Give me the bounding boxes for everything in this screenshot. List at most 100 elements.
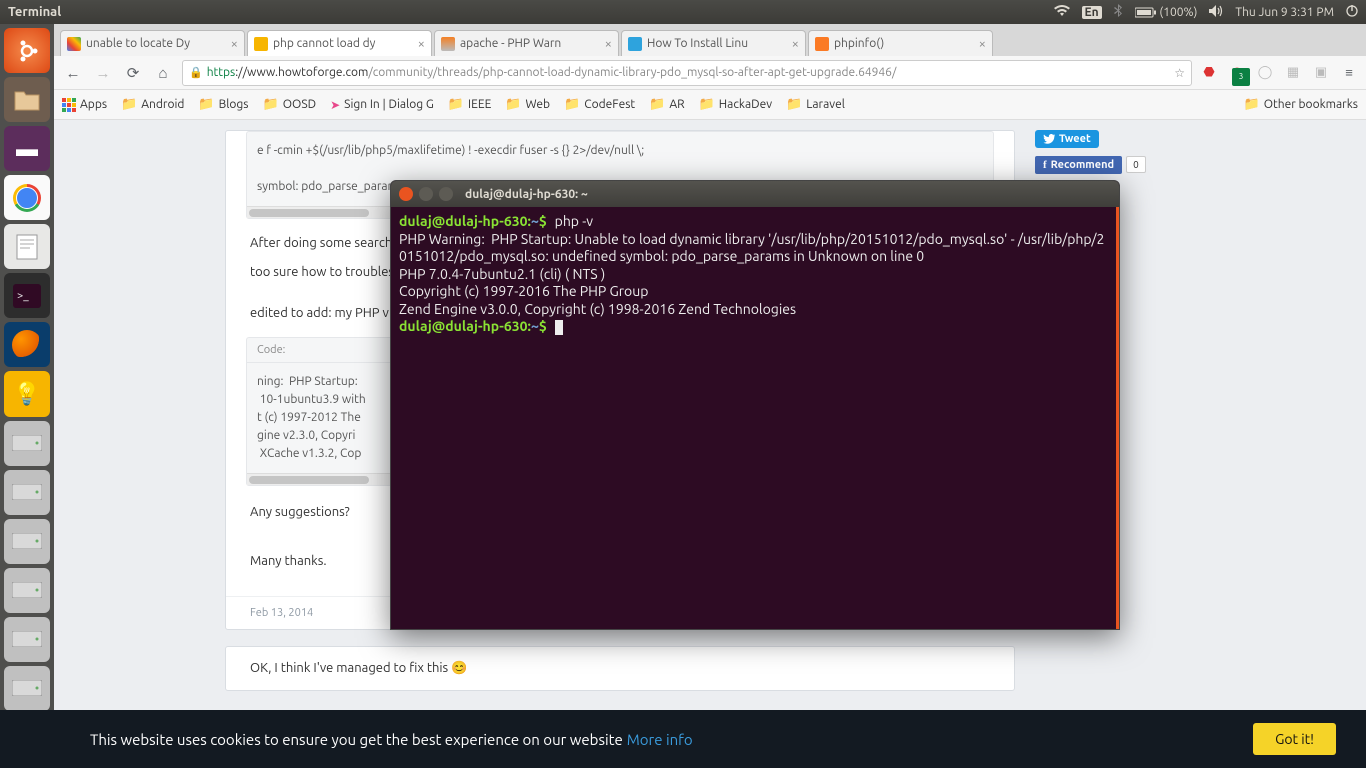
folder-icon: 📁 bbox=[121, 97, 137, 112]
tab-4[interactable]: phpinfo() × bbox=[808, 30, 993, 56]
ext-icon-5[interactable]: ▣ bbox=[1312, 64, 1330, 82]
bookmark-android[interactable]: 📁Android bbox=[121, 97, 184, 112]
folder-icon: 📁 bbox=[1244, 97, 1260, 112]
folder-icon: 📁 bbox=[198, 97, 214, 112]
bookmark-web[interactable]: 📁Web bbox=[505, 97, 550, 112]
tab-0[interactable]: unable to locate Dy × bbox=[60, 30, 245, 56]
terminal-scrollbar[interactable] bbox=[1116, 207, 1119, 629]
bookmark-ar[interactable]: 📁AR bbox=[649, 97, 684, 112]
system-menubar: Terminal En (100%) Thu Jun 9 3:31 PM bbox=[0, 0, 1366, 24]
cookie-more-link[interactable]: More info bbox=[627, 731, 693, 748]
tab-close-icon[interactable]: × bbox=[227, 37, 238, 51]
google-icon bbox=[67, 37, 81, 51]
ext-icon-3[interactable]: ◯ bbox=[1256, 64, 1274, 82]
ext-icon-2[interactable]: ◉3 bbox=[1228, 64, 1246, 82]
bulb-icon bbox=[254, 37, 268, 51]
svg-text:>_: >_ bbox=[17, 290, 29, 302]
address-bar[interactable]: 🔒 https://www.howtoforge.com/community/t… bbox=[182, 60, 1192, 86]
terminal-body[interactable]: dulaj@dulaj-hp-630:~$ php -v PHP Warning… bbox=[391, 207, 1119, 342]
tab-close-icon[interactable]: × bbox=[414, 37, 425, 51]
reload-button[interactable]: ⟳ bbox=[122, 62, 144, 84]
reply-text: OK, I think I've managed to fix this 😊 bbox=[250, 661, 467, 675]
launcher-drive-1[interactable] bbox=[4, 421, 50, 466]
launcher-app-purple[interactable]: ▬ bbox=[4, 126, 50, 171]
cookie-accept-button[interactable]: Got it! bbox=[1253, 723, 1336, 755]
url-path: /community/threads/php-cannot-load-dynam… bbox=[368, 66, 896, 79]
bookmark-laravel[interactable]: 📁Laravel bbox=[786, 97, 845, 112]
terminal-cursor bbox=[555, 320, 563, 335]
tab-label: phpinfo() bbox=[834, 37, 884, 50]
bookmark-ieee[interactable]: 📁IEEE bbox=[448, 97, 491, 112]
launcher-chrome[interactable] bbox=[4, 175, 50, 220]
tab-3[interactable]: How To Install Linu × bbox=[621, 30, 806, 56]
active-app-title: Terminal bbox=[8, 5, 61, 19]
battery-indicator[interactable]: (100%) bbox=[1135, 6, 1198, 19]
terminal-window[interactable]: dulaj@dulaj-hp-630: ~ dulaj@dulaj-hp-630… bbox=[390, 180, 1120, 630]
folder-icon: 📁 bbox=[505, 97, 521, 112]
bookmark-blogs[interactable]: 📁Blogs bbox=[198, 97, 248, 112]
bookmark-bar: Apps 📁Android 📁Blogs 📁OOSD ➤Sign In | Di… bbox=[54, 90, 1366, 120]
tab-close-icon[interactable]: × bbox=[788, 37, 799, 51]
launcher-drive-3[interactable] bbox=[4, 519, 50, 564]
terminal-output: PHP Warning: PHP Startup: Unable to load… bbox=[399, 231, 1104, 317]
launcher-gedit[interactable] bbox=[4, 224, 50, 269]
session-icon[interactable] bbox=[1346, 5, 1358, 20]
forum-reply: OK, I think I've managed to fix this 😊 bbox=[225, 646, 1015, 691]
tab-strip: unable to locate Dy × php cannot load dy ×… bbox=[54, 24, 1366, 56]
url-host: ://www.howtoforge.com bbox=[235, 66, 368, 79]
folder-icon: 📁 bbox=[263, 97, 279, 112]
bookmark-hackadev[interactable]: 📁HackaDev bbox=[699, 97, 772, 112]
bluetooth-icon[interactable] bbox=[1114, 4, 1123, 21]
launcher-terminal[interactable]: >_ bbox=[4, 273, 50, 318]
fb-recommend-button[interactable]: fRecommend bbox=[1035, 156, 1122, 174]
bookmark-signin[interactable]: ➤Sign In | Dialog G bbox=[330, 98, 434, 112]
wifi-icon[interactable] bbox=[1054, 5, 1070, 20]
window-minimize-button[interactable] bbox=[419, 187, 433, 201]
sound-icon[interactable] bbox=[1209, 5, 1223, 20]
launcher-dash[interactable] bbox=[4, 28, 50, 73]
ext-icon-1[interactable]: ⬣ bbox=[1200, 64, 1218, 82]
launcher-app-yellow[interactable]: 💡 bbox=[4, 371, 50, 416]
apps-shortcut[interactable]: Apps bbox=[62, 98, 107, 112]
tab-label: unable to locate Dy bbox=[86, 37, 190, 50]
apps-label: Apps bbox=[80, 98, 107, 111]
menu-button[interactable]: ≡ bbox=[1340, 64, 1358, 82]
launcher-drive-4[interactable] bbox=[4, 568, 50, 613]
window-close-button[interactable] bbox=[399, 187, 413, 201]
tab-close-icon[interactable]: × bbox=[601, 37, 612, 51]
post-date[interactable]: Feb 13, 2014 bbox=[250, 607, 313, 619]
folder-icon: 📁 bbox=[448, 97, 464, 112]
cloud-icon bbox=[628, 37, 642, 51]
fb-count: 0 bbox=[1126, 156, 1146, 173]
tab-2[interactable]: apache - PHP Warn × bbox=[434, 30, 619, 56]
other-bookmarks[interactable]: 📁Other bookmarks bbox=[1244, 97, 1358, 112]
stackoverflow-icon bbox=[441, 37, 455, 51]
tab-label: php cannot load dy bbox=[273, 37, 375, 50]
launcher-drive-6[interactable] bbox=[4, 666, 50, 711]
system-tray: En (100%) Thu Jun 9 3:31 PM bbox=[1054, 4, 1359, 21]
terminal-command: php -v bbox=[555, 213, 593, 229]
tweet-button[interactable]: Tweet bbox=[1035, 130, 1099, 148]
ext-icon-4[interactable]: ▦ bbox=[1284, 64, 1302, 82]
folder-icon: 📁 bbox=[786, 97, 802, 112]
datetime[interactable]: Thu Jun 9 3:31 PM bbox=[1235, 6, 1334, 19]
launcher-drive-5[interactable] bbox=[4, 617, 50, 662]
back-button[interactable]: ← bbox=[62, 62, 84, 84]
tab-label: apache - PHP Warn bbox=[460, 37, 561, 50]
tab-label: How To Install Linu bbox=[647, 37, 748, 50]
tab-1[interactable]: php cannot load dy × bbox=[247, 30, 432, 56]
launcher-firefox[interactable] bbox=[4, 322, 50, 367]
bookmark-codefest[interactable]: 📁CodeFest bbox=[564, 97, 635, 112]
tab-close-icon[interactable]: × bbox=[975, 37, 986, 51]
launcher-drive-2[interactable] bbox=[4, 470, 50, 515]
terminal-titlebar[interactable]: dulaj@dulaj-hp-630: ~ bbox=[391, 181, 1119, 207]
window-maximize-button[interactable] bbox=[439, 187, 453, 201]
bookmark-star-icon[interactable]: ☆ bbox=[1174, 66, 1185, 80]
launcher-files[interactable] bbox=[4, 77, 50, 122]
bookmark-oosd[interactable]: 📁OOSD bbox=[263, 97, 317, 112]
xampp-icon bbox=[815, 37, 829, 51]
toolbar: ← → ⟳ ⌂ 🔒 https://www.howtoforge.com/com… bbox=[54, 56, 1366, 90]
home-button[interactable]: ⌂ bbox=[152, 62, 174, 84]
keyboard-indicator[interactable]: En bbox=[1082, 6, 1102, 19]
cookie-banner: This website uses cookies to ensure you … bbox=[0, 710, 1366, 768]
